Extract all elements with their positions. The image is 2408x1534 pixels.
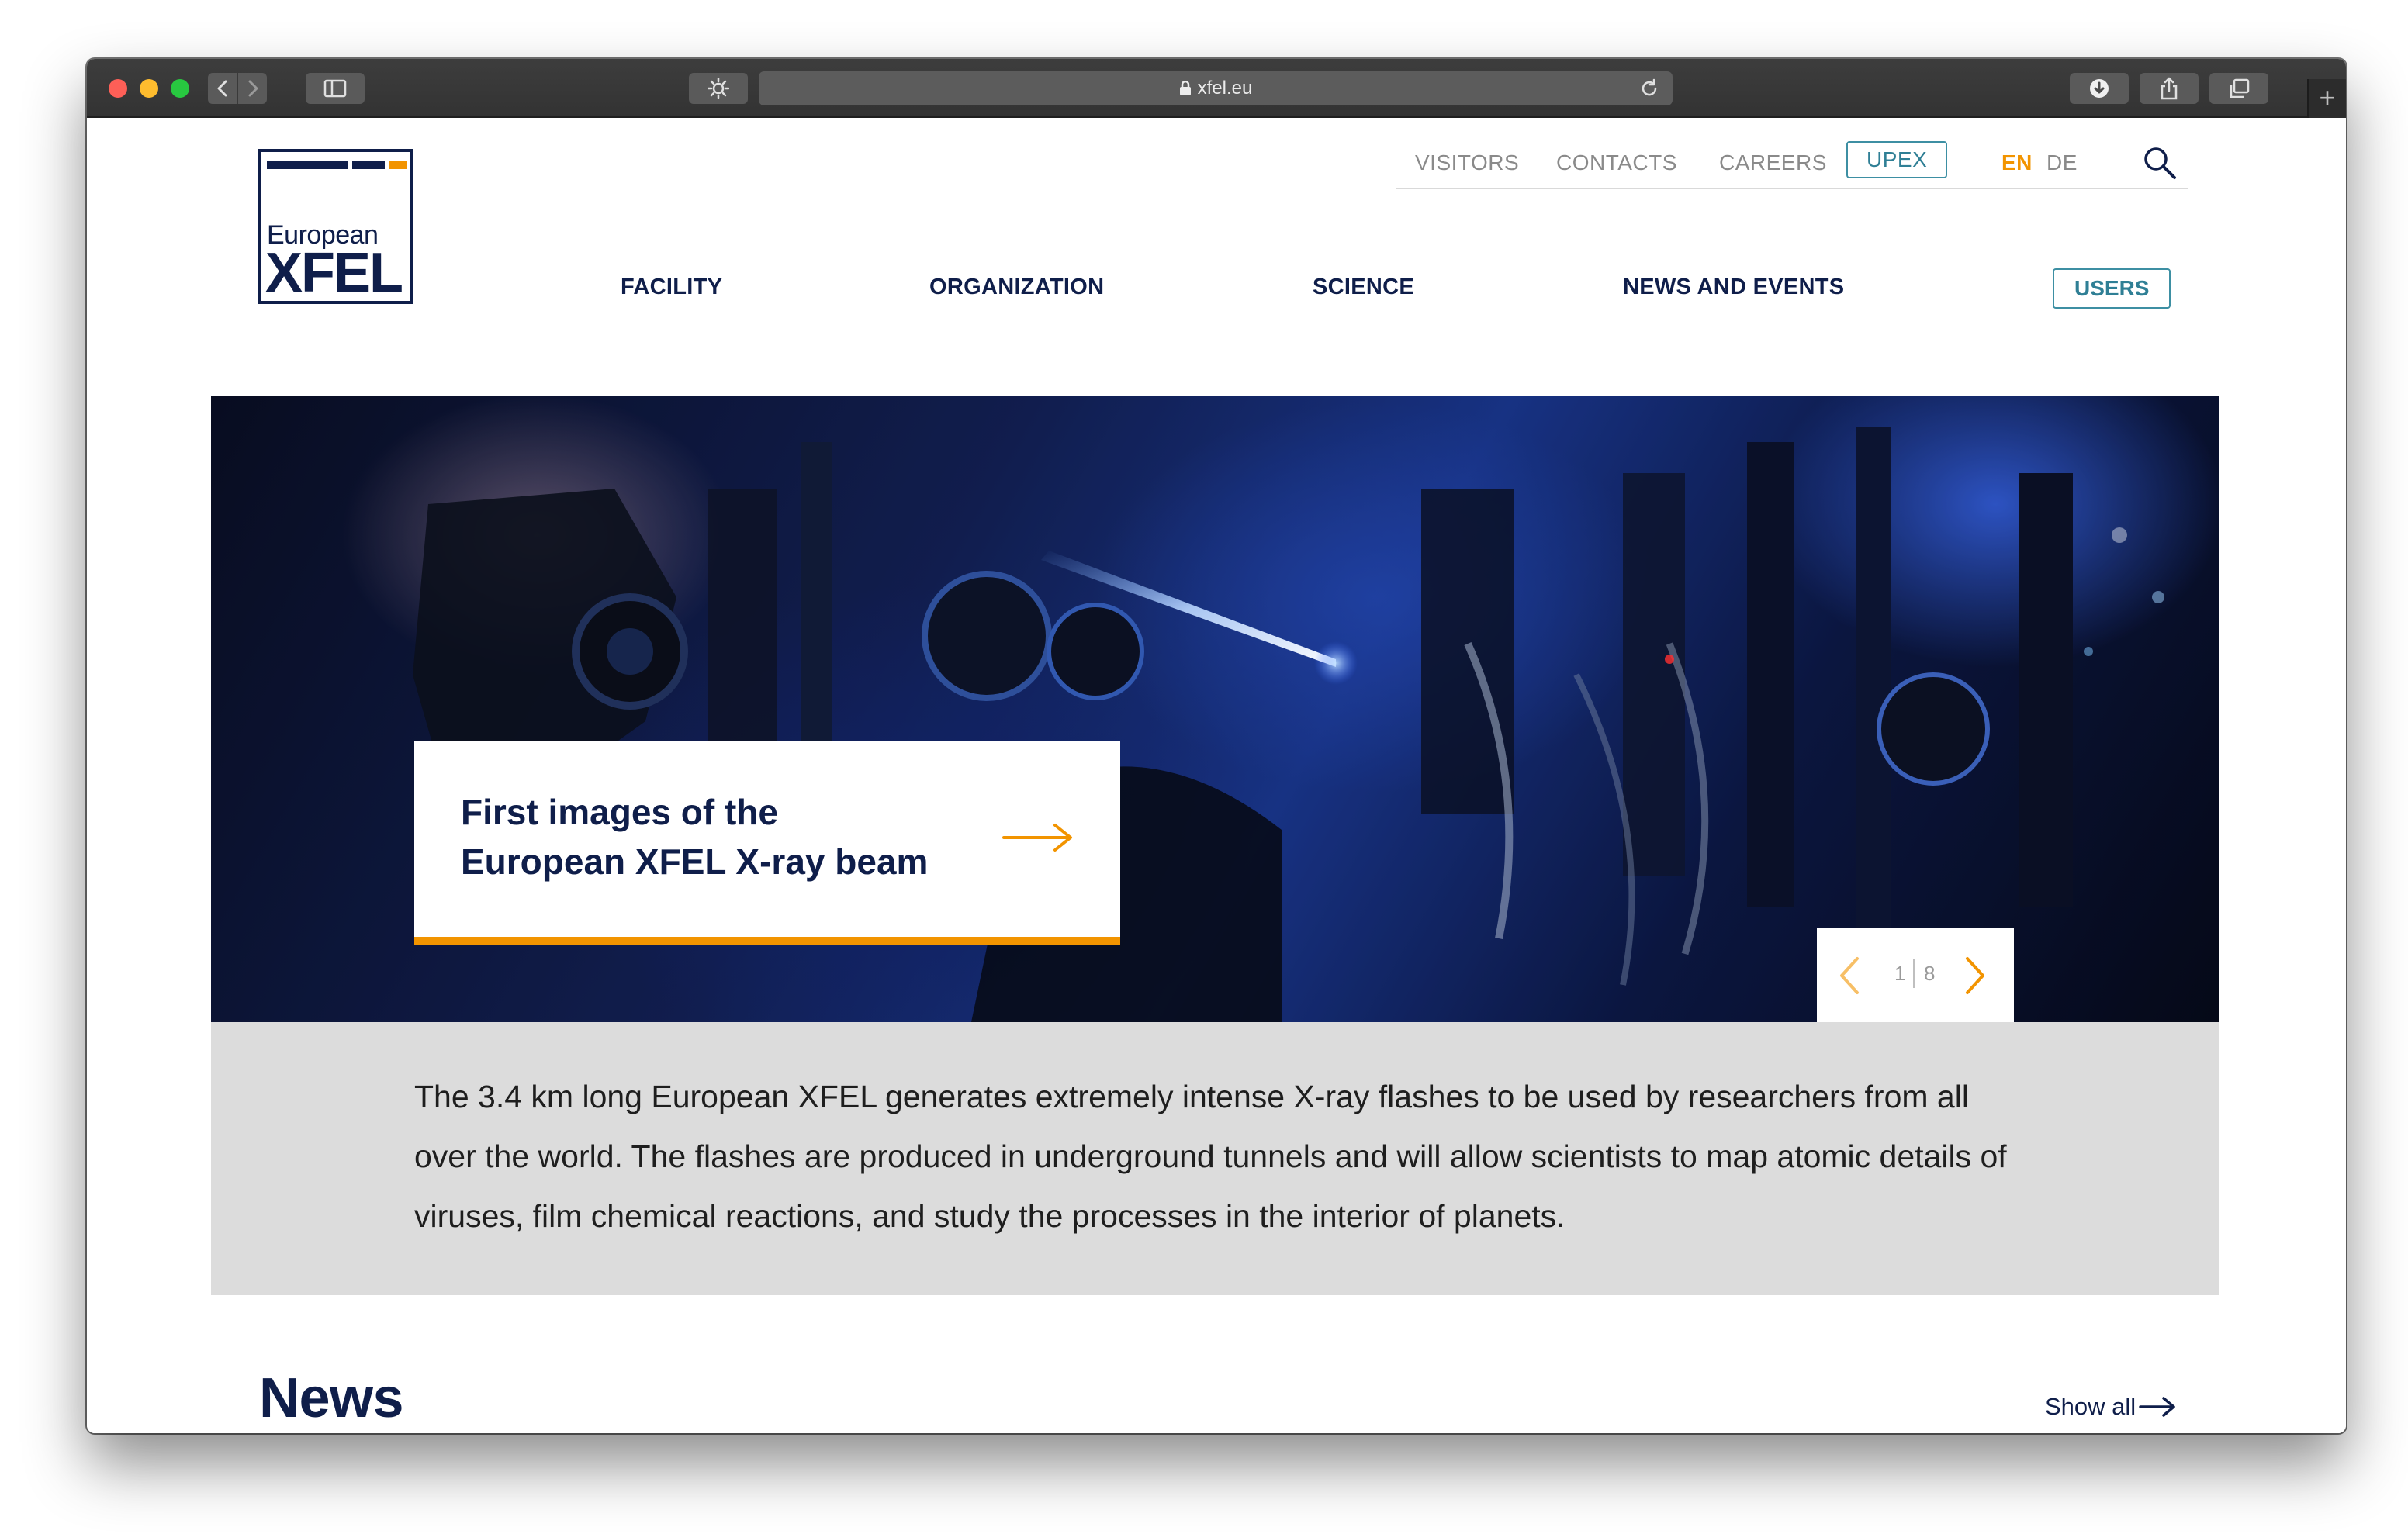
- tabs-icon: [2230, 78, 2250, 98]
- close-window-button[interactable]: [109, 79, 127, 98]
- downloads-button[interactable]: [2070, 73, 2129, 104]
- share-icon: [2161, 77, 2178, 100]
- logo-text-xfel: XFEL: [265, 242, 403, 304]
- nav-link-visitors[interactable]: VISITORS: [1415, 150, 1519, 175]
- users-button[interactable]: USERS: [2053, 268, 2171, 309]
- upex-button[interactable]: UPEX: [1846, 141, 1948, 178]
- address-bar[interactable]: xfel.eu: [759, 71, 1673, 105]
- new-tab-button[interactable]: +: [2307, 79, 2346, 118]
- slide-current-number: 1: [1894, 962, 1906, 985]
- slider-controls: 1 8: [1817, 928, 2014, 1022]
- nav-news-and-events[interactable]: NEWS AND EVENTS: [1623, 275, 1844, 300]
- hero-title-line1: First images of the: [461, 792, 778, 832]
- nav-science[interactable]: SCIENCE: [1313, 275, 1414, 300]
- hero-title-line2: European XFEL X-ray beam: [461, 841, 929, 882]
- share-button[interactable]: [2140, 73, 2199, 104]
- arrow-right-icon: [2139, 1397, 2175, 1417]
- language-de[interactable]: DE: [2046, 150, 2078, 175]
- chevron-left-icon: [217, 80, 227, 97]
- chevron-left-icon[interactable]: [1837, 955, 1860, 996]
- forward-button[interactable]: [238, 73, 267, 104]
- browser-toolbar: xfel.eu +: [87, 59, 2346, 118]
- hero-slider: First images of the European XFEL X-ray …: [211, 396, 2219, 1022]
- intro-section: The 3.4 km long European XFEL generates …: [211, 1022, 2219, 1295]
- language-en[interactable]: EN: [2001, 150, 2033, 175]
- nav-link-careers[interactable]: CAREERS: [1719, 150, 1827, 175]
- plus-icon: +: [2319, 81, 2336, 113]
- hero-caption-card[interactable]: First images of the European XFEL X-ray …: [414, 741, 1120, 945]
- utility-nav: VISITORS CONTACTS CAREERS UPEX EN DE: [1396, 130, 2188, 189]
- zoom-window-button[interactable]: [171, 79, 189, 98]
- slide-total-number: 8: [1924, 962, 1936, 985]
- web-page: European XFEL VISITORS CONTACTS CAREERS …: [87, 118, 2346, 1433]
- reload-icon[interactable]: [1638, 78, 1660, 99]
- minimize-window-button[interactable]: [140, 79, 158, 98]
- sidebar-toggle-button[interactable]: [306, 73, 365, 104]
- arrow-right-icon[interactable]: [1002, 822, 1074, 853]
- intro-text: The 3.4 km long European XFEL generates …: [414, 1079, 2007, 1234]
- browser-window: xfel.eu + European XFEL VISITORS CONTACT…: [87, 59, 2346, 1433]
- news-heading: News: [259, 1367, 404, 1429]
- lock-icon: [1179, 81, 1191, 95]
- tab-overview-button[interactable]: [2209, 73, 2268, 104]
- sidebar-icon: [323, 79, 347, 98]
- show-all-link[interactable]: Show all: [2045, 1393, 2176, 1421]
- nav-organization[interactable]: ORGANIZATION: [929, 275, 1104, 300]
- show-all-label: Show all: [2045, 1393, 2136, 1420]
- download-icon: [2090, 79, 2109, 98]
- search-icon[interactable]: [2143, 146, 2177, 180]
- history-nav: [208, 73, 267, 104]
- appearance-button[interactable]: [689, 73, 748, 104]
- chevron-right-icon: [248, 80, 258, 97]
- url-text: xfel.eu: [1197, 78, 1253, 98]
- sun-icon: [708, 78, 729, 99]
- chevron-right-icon[interactable]: [1964, 955, 1988, 996]
- back-button[interactable]: [208, 73, 237, 104]
- nav-link-contacts[interactable]: CONTACTS: [1556, 150, 1677, 175]
- site-logo[interactable]: European XFEL: [258, 149, 413, 304]
- nav-facility[interactable]: FACILITY: [621, 275, 722, 300]
